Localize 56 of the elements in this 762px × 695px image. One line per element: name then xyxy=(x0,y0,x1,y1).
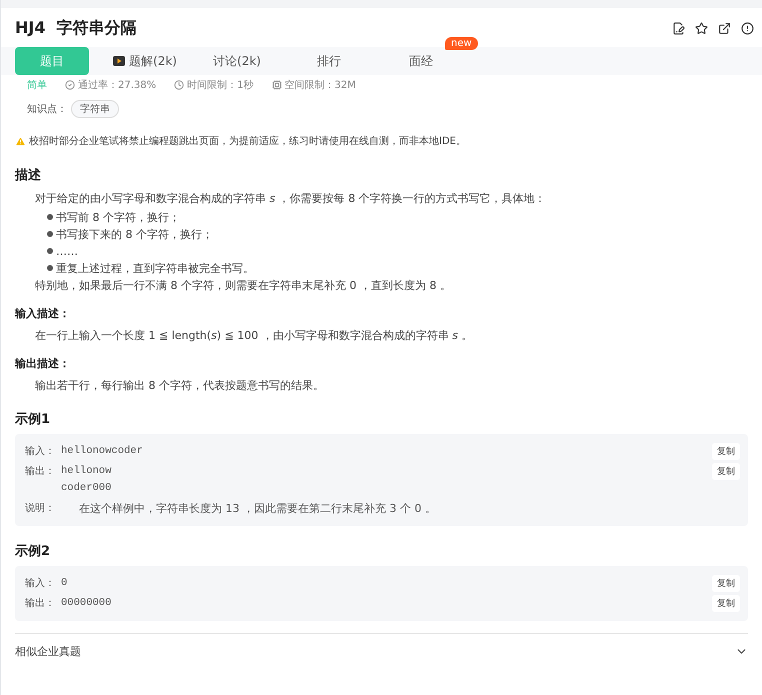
edit-icon[interactable] xyxy=(672,22,685,35)
tab[interactable]: 讨论(2k) xyxy=(191,47,283,75)
knowledge-label: 知识点： xyxy=(27,102,67,116)
bullet-text: 书写接下来的 8 个字符，换行； xyxy=(56,228,213,241)
input-description: 在一行上输入一个长度 1 ≦ length(s) ≦ 100 ，由小写字母和数字混合构成的字符串 s 。 xyxy=(35,328,474,344)
copy-button[interactable]: 复制 xyxy=(712,595,740,612)
copy-button[interactable]: 复制 xyxy=(712,463,740,480)
pass-rate: 通过率：27.38% xyxy=(78,78,156,92)
input-label: 输入： xyxy=(25,444,56,459)
difficulty-label: 简单 xyxy=(27,78,47,92)
section-heading: 描述 xyxy=(15,167,42,184)
description-text: 特别地，如果最后一行不满 8 个字符，则需要在字符串末尾补充 0 ，直到长度为 8 。 xyxy=(35,278,452,294)
bullet-dot xyxy=(47,265,53,271)
time-limit: 时间限制：1秒 xyxy=(187,78,254,92)
tab[interactable]: 题解(2k) xyxy=(99,47,191,75)
warning-icon xyxy=(15,136,26,146)
problem-title: HJ4 字符串分隔 xyxy=(15,18,137,39)
check-icon xyxy=(65,80,75,90)
memory-limit: 空间限制：32M xyxy=(284,78,356,92)
output-description: 输出若干行，每行输出 8 个字符，代表按题意书写的结果。 xyxy=(35,378,325,394)
similar-questions-row[interactable]: 相似企业真题 xyxy=(15,633,748,669)
bullet-text: 书写前 8 个字符，换行； xyxy=(56,211,180,224)
similar-label: 相似企业真题 xyxy=(15,644,81,659)
copy-button[interactable]: 复制 xyxy=(712,575,740,592)
new-badge: new xyxy=(445,37,478,50)
bullet-dot xyxy=(47,214,53,220)
code-line: hellonow xyxy=(61,464,112,479)
bullet-dot xyxy=(47,248,53,254)
clock-icon xyxy=(174,80,184,90)
section-heading: 输出描述： xyxy=(15,356,71,371)
example-heading: 示例2 xyxy=(15,543,52,560)
input-label: 输入： xyxy=(25,576,56,591)
code-line: 00000000 xyxy=(61,596,112,611)
section-heading: 输入描述： xyxy=(15,306,71,321)
output-label: 输出： xyxy=(25,464,56,479)
explain-label: 说明： xyxy=(25,502,56,516)
explanation-text: 在这个样例中，字符串长度为 13 ，因此需要在第二行末尾补充 3 个 0 。 xyxy=(78,501,437,517)
bullet-text: …… xyxy=(56,245,78,258)
code-line: 0 xyxy=(61,576,68,591)
chip-icon xyxy=(272,80,282,90)
code-line: hellonowcoder xyxy=(61,444,144,459)
star-icon[interactable] xyxy=(695,22,708,35)
copy-button[interactable]: 复制 xyxy=(712,443,740,460)
share-icon[interactable] xyxy=(718,22,731,35)
output-label: 输出： xyxy=(25,596,56,611)
info-icon[interactable] xyxy=(741,22,754,35)
video-icon xyxy=(113,56,126,66)
tab[interactable]: 排行 xyxy=(283,47,375,75)
notice-text: 校招时部分企业笔试将禁止编程题跳出页面，为提前适应，练习时请使用在线自测，而非本地IDE。 xyxy=(29,134,466,148)
bullet-text: 重复上述过程，直到字符串被完全书写。 xyxy=(56,262,254,275)
topic-tag[interactable]: 字符串 xyxy=(71,100,119,118)
tab[interactable]: 面经 xyxy=(375,47,467,75)
code-line: coder000 xyxy=(61,481,112,496)
description-text: 对于给定的由小写字母和数字混合构成的字符串 s ，你需要按每 8 个字符换一行的方式书写它，具体地： xyxy=(35,191,547,207)
example-heading: 示例1 xyxy=(15,411,52,428)
bullet-dot xyxy=(47,231,53,237)
